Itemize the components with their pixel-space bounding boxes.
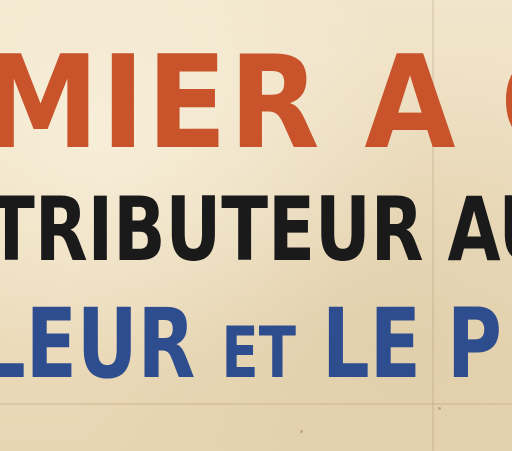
vintage-poster: MIER A CIG TRIBUTEUR AU LEUR ET LE P — [0, 0, 512, 451]
paper-speck — [438, 407, 441, 410]
tagline-word-3: LE P — [322, 288, 502, 400]
poster-subheadline-black: TRIBUTEUR AU — [0, 178, 512, 281]
poster-tagline-blue: LEUR ET LE P — [0, 296, 502, 392]
poster-headline-red: MIER A CIG — [0, 29, 512, 178]
tagline-word-2: ET — [221, 312, 296, 394]
paper-speck — [300, 430, 303, 433]
paper-fold-horizontal — [0, 403, 512, 405]
tagline-word-1: LEUR — [0, 288, 196, 400]
